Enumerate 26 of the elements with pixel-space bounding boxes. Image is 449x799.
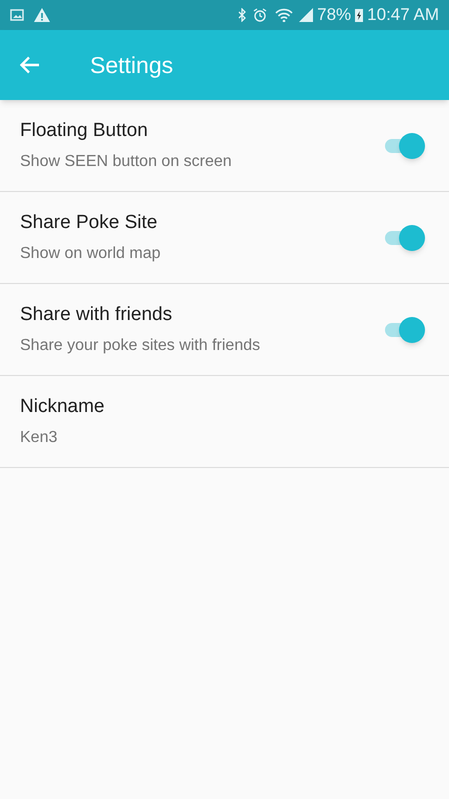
battery-charging-icon: [355, 8, 364, 22]
warning-icon: [34, 8, 50, 22]
clock: 10:47 AM: [367, 4, 439, 26]
settings-row[interactable]: Share Poke Site Show on world map: [0, 192, 449, 284]
setting-summary: Share your poke sites with friends: [20, 336, 262, 356]
setting-title: Nickname: [20, 395, 106, 420]
bluetooth-icon: [237, 8, 248, 22]
wifi-icon: [275, 8, 294, 22]
back-arrow-icon: [20, 56, 40, 74]
settings-row[interactable]: Floating Button Show SEEN button on screen: [0, 100, 449, 192]
battery-percentage: 78%: [317, 4, 352, 26]
setting-title: Floating Button: [20, 119, 149, 144]
setting-summary: Show on world map: [20, 244, 162, 264]
setting-summary: Ken3: [20, 428, 58, 448]
setting-summary: Show SEEN button on screen: [20, 152, 233, 172]
toggle-switch[interactable]: [383, 132, 425, 158]
toggle-switch[interactable]: [383, 316, 425, 342]
settings-row[interactable]: Nickname Ken3: [0, 376, 449, 468]
setting-title: Share with friends: [20, 303, 174, 328]
toggle-switch[interactable]: [383, 224, 425, 250]
setting-title: Share Poke Site: [20, 211, 158, 236]
app-bar-title: Settings: [90, 50, 174, 80]
signal-icon: [299, 8, 314, 22]
settings-row[interactable]: Share with friends Share your poke sites with friends: [0, 284, 449, 376]
alarm-icon: [253, 8, 268, 22]
image-icon: [10, 9, 24, 21]
